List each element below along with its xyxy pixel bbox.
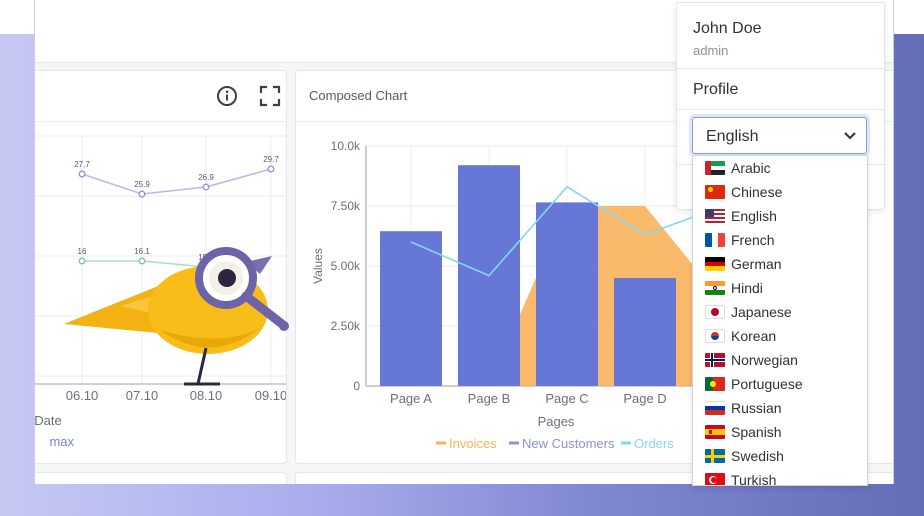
bar-new-customers [536, 202, 598, 386]
language-option[interactable]: Turkish [693, 468, 867, 486]
language-option[interactable]: English [693, 204, 867, 228]
language-option[interactable]: French [693, 228, 867, 252]
info-icon[interactable] [216, 85, 238, 107]
data-label: 29.7 [263, 155, 279, 164]
y-tick-label: 7.50k [331, 199, 361, 213]
y-tick-label: 2.50k [331, 319, 361, 333]
language-option[interactable]: Swedish [693, 444, 867, 468]
legend-item: Invoices [449, 436, 497, 451]
flag-icon [705, 377, 725, 391]
legend-item: New Customers [522, 436, 615, 451]
bar-new-customers [380, 231, 442, 386]
language-option-label: Japanese [731, 304, 792, 320]
language-option-label: Norwegian [731, 352, 798, 368]
flag-icon [705, 473, 725, 485]
chevron-down-icon [844, 132, 856, 140]
bar-new-customers [614, 278, 676, 386]
language-option-label: Arabic [731, 160, 771, 176]
language-option[interactable]: Norwegian [693, 348, 867, 372]
flag-icon [705, 185, 725, 199]
data-point [267, 165, 275, 173]
language-option[interactable]: Arabic [693, 156, 867, 180]
y-axis-label: Values [311, 248, 325, 284]
flag-icon [705, 449, 725, 463]
language-option-label: Hindi [731, 280, 763, 296]
language-option-label: English [731, 208, 777, 224]
language-select-value: English [706, 128, 759, 145]
legend-item: Orders [634, 436, 674, 451]
divider [677, 68, 884, 69]
language-option-label: German [731, 256, 782, 272]
x-axis-label: Date [34, 413, 61, 428]
y-tick-label: 10.0k [331, 139, 361, 153]
x-tick-label: 09.10 [255, 388, 286, 403]
x-tick-label: 06.10 [66, 388, 99, 403]
flag-icon [705, 425, 725, 439]
line-series [81, 168, 272, 195]
language-options-list: Arabic Chinese English French German Hindi Jap… [692, 155, 868, 486]
data-label: 25.9 [134, 180, 150, 189]
language-option-label: Chinese [731, 184, 783, 200]
flag-icon [705, 257, 725, 271]
y-tick-label: 0 [353, 379, 360, 393]
flag-icon [705, 305, 725, 319]
data-point [202, 183, 210, 191]
language-option[interactable]: Russian [693, 396, 867, 420]
flag-icon [705, 353, 725, 367]
language-option[interactable]: Spanish [693, 420, 867, 444]
flag-icon [705, 401, 725, 415]
card-title: Composed Chart [309, 88, 408, 103]
flag-icon [705, 209, 725, 223]
language-option[interactable]: Hindi [693, 276, 867, 300]
flag-icon [705, 233, 725, 247]
data-label: 27.7 [74, 160, 90, 169]
language-option-label: Turkish [731, 472, 777, 486]
data-point [138, 190, 146, 198]
language-option-label: Russian [731, 400, 782, 416]
bottom-card-left [35, 472, 287, 484]
legend-item: max [49, 434, 74, 449]
language-option[interactable]: Japanese [693, 300, 867, 324]
x-tick-label: Page C [545, 391, 588, 406]
language-option-label: Spanish [731, 424, 782, 440]
language-option-label: Portuguese [731, 376, 803, 392]
user-name: John Doe [693, 20, 762, 37]
language-option[interactable]: Chinese [693, 180, 867, 204]
y-tick-label: 5.00k [331, 259, 361, 273]
language-option[interactable]: Portuguese [693, 372, 867, 396]
language-option[interactable]: Korean [693, 324, 867, 348]
language-option[interactable]: German [693, 252, 867, 276]
flag-icon [705, 161, 725, 175]
mascot-bird-illustration [64, 247, 289, 386]
data-point [78, 170, 86, 178]
data-label: 26.9 [198, 173, 214, 182]
x-tick-label: 08.10 [190, 388, 223, 403]
flag-icon [705, 329, 725, 343]
language-option-label: Swedish [731, 448, 784, 464]
divider [677, 109, 884, 110]
x-tick-label: Page B [468, 391, 511, 406]
x-tick-label: Page D [623, 391, 666, 406]
language-option-label: Korean [731, 328, 777, 344]
profile-link[interactable]: Profile [693, 81, 738, 99]
card-header [35, 71, 286, 122]
x-axis-label: Pages [538, 414, 575, 429]
x-tick-label: Page A [390, 391, 432, 406]
x-tick-label: 07.10 [126, 388, 159, 403]
language-select[interactable]: English [692, 117, 867, 154]
user-role: admin [693, 43, 729, 58]
language-option-label: French [731, 232, 775, 248]
flag-icon [705, 281, 725, 295]
fullscreen-icon[interactable] [259, 85, 281, 107]
